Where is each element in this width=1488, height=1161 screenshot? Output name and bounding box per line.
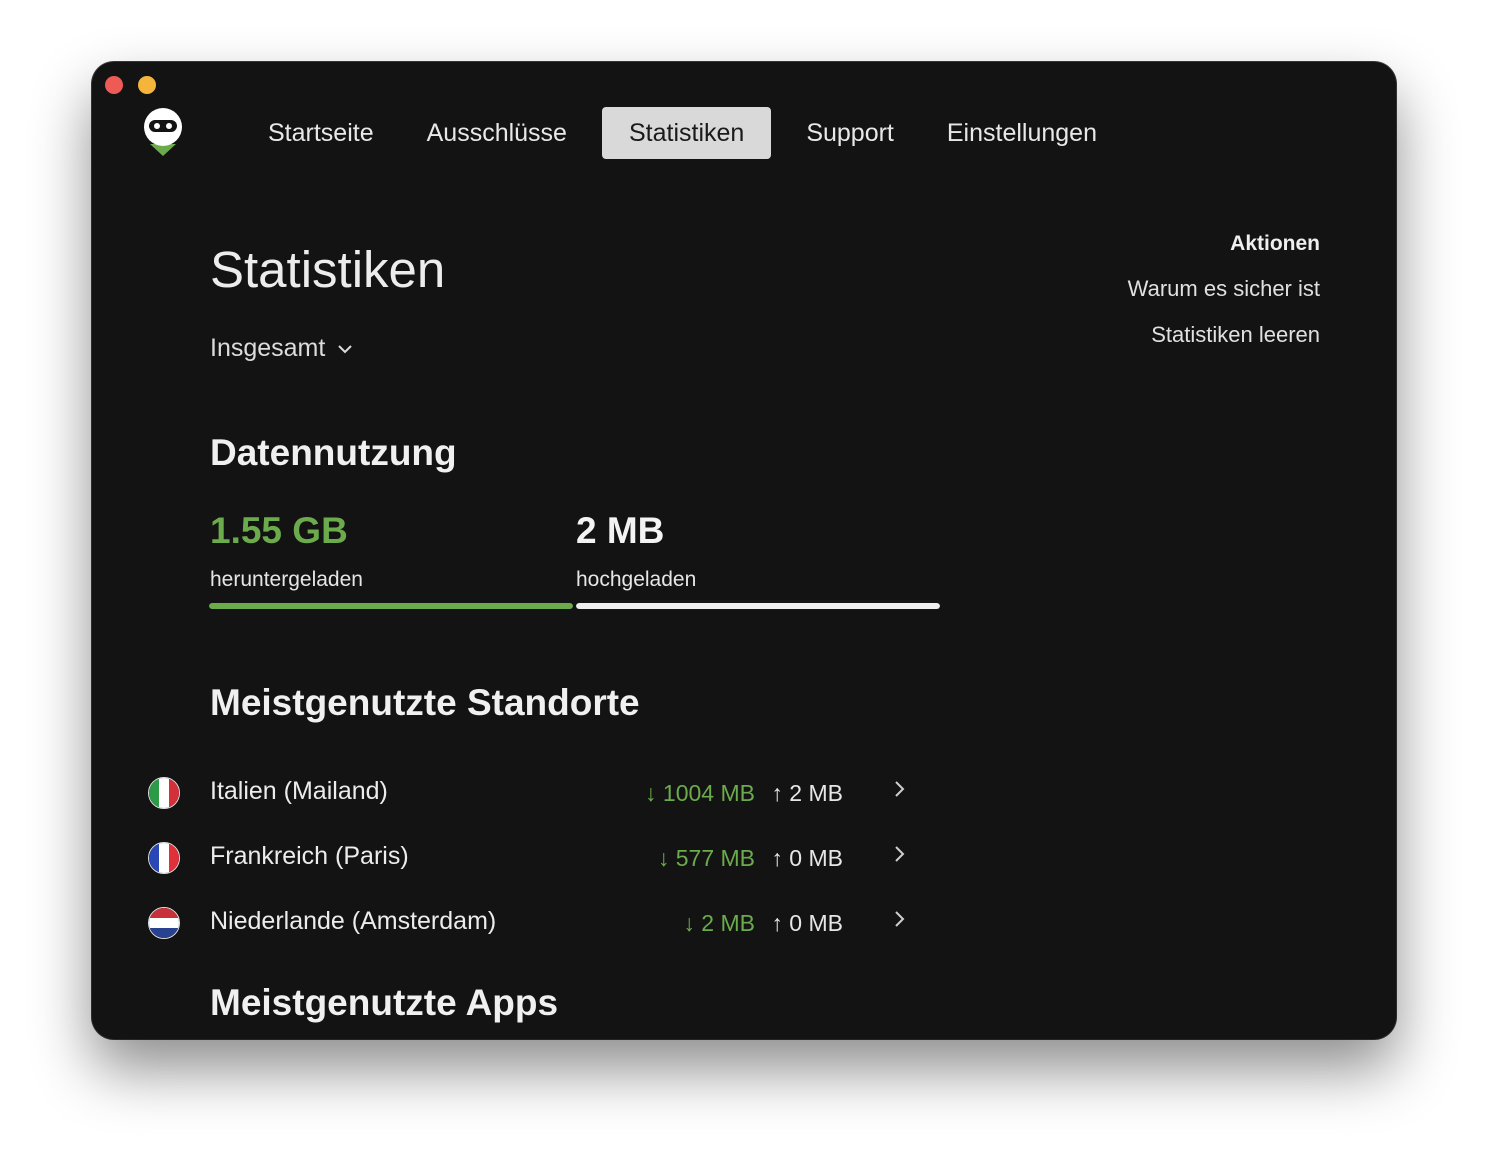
location-row-netherlands[interactable]: Niederlande (Amsterdam) ↓ 2 MB ↑ 0 MB (148, 902, 908, 942)
location-name: Niederlande (Amsterdam) (210, 907, 497, 935)
download-stat: 1.55 GB heruntergeladen (210, 510, 363, 592)
chevron-down-icon (338, 344, 353, 353)
location-row-france[interactable]: Frankreich (Paris) ↓ 577 MB ↑ 0 MB (148, 837, 908, 877)
period-dropdown[interactable]: Insgesamt (210, 334, 353, 363)
flag-italy-icon (148, 777, 180, 809)
location-upload: ↑ 0 MB (771, 910, 843, 936)
upload-stat: 2 MB hochgeladen (576, 510, 696, 592)
page-title: Statistiken (210, 241, 446, 298)
tab-ausschluesse[interactable]: Ausschlüsse (409, 107, 585, 159)
location-upload: ↑ 0 MB (771, 845, 843, 871)
clear-statistics-link[interactable]: Statistiken leeren (1128, 322, 1320, 348)
download-label: heruntergeladen (210, 568, 363, 591)
minimize-window-button[interactable] (138, 76, 156, 94)
tab-statistiken[interactable]: Statistiken (601, 107, 772, 159)
location-download: ↓ 577 MB (657, 845, 755, 871)
main-navigation: Startseite Ausschlüsse Statistiken Suppo… (250, 107, 1132, 159)
top-apps-title: Meistgenutzte Apps (210, 982, 559, 1023)
actions-panel: Aktionen Warum es sicher ist Statistiken… (1128, 232, 1320, 368)
chevron-right-icon (895, 781, 905, 797)
location-name: Italien (Mailand) (210, 777, 388, 805)
download-bar (209, 603, 573, 609)
upload-bar-fill (576, 603, 940, 609)
location-name: Frankreich (Paris) (210, 842, 409, 870)
location-download: ↓ 1004 MB (645, 780, 755, 806)
period-dropdown-label: Insgesamt (210, 334, 326, 362)
close-window-button[interactable] (105, 76, 123, 94)
upload-bar (576, 603, 940, 609)
location-row-italy[interactable]: Italien (Mailand) ↓ 1004 MB ↑ 2 MB (148, 772, 908, 812)
chevron-right-icon (895, 846, 905, 862)
actions-heading: Aktionen (1230, 232, 1320, 255)
robot-logo-icon (140, 106, 186, 162)
upload-label: hochgeladen (576, 568, 697, 591)
location-download: ↓ 2 MB (683, 910, 755, 936)
top-locations-title: Meistgenutzte Standorte (210, 682, 640, 723)
download-value: 1.55 GB (210, 510, 348, 551)
tab-startseite[interactable]: Startseite (250, 107, 392, 159)
upload-value: 2 MB (576, 510, 665, 551)
chevron-right-icon (895, 911, 905, 927)
tab-support[interactable]: Support (788, 107, 912, 159)
flag-france-icon (148, 842, 180, 874)
data-usage-title: Datennutzung (210, 432, 457, 473)
flag-netherlands-icon (148, 907, 180, 939)
why-safe-link[interactable]: Warum es sicher ist (1128, 276, 1320, 302)
tab-einstellungen[interactable]: Einstellungen (929, 107, 1115, 159)
location-upload: ↑ 2 MB (771, 780, 843, 806)
download-bar-fill (209, 603, 573, 609)
app-window: Startseite Ausschlüsse Statistiken Suppo… (92, 62, 1396, 1039)
